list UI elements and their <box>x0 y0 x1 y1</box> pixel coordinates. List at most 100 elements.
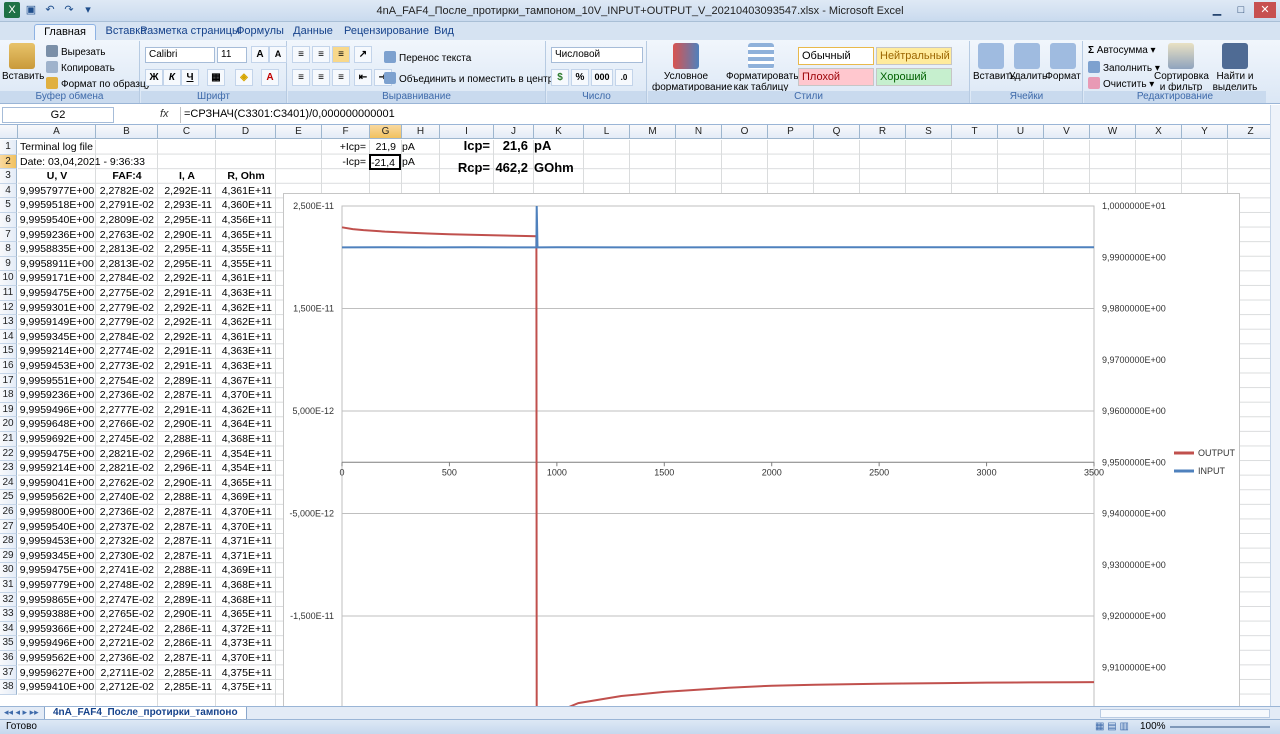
tab-page-layout[interactable]: Разметка страницы <box>140 24 240 40</box>
find-select-button[interactable]: Найти и выделить <box>1208 43 1262 93</box>
table-cell[interactable]: 2,2762E-02 <box>96 476 158 491</box>
table-cell[interactable]: 4,361E+11 <box>216 271 276 286</box>
formula-input[interactable]: =СРЗНАЧ(C3301:C3401)/0,000000000001 <box>180 107 1270 123</box>
table-cell[interactable]: 9,9959149E+00 <box>18 315 96 330</box>
table-cell[interactable]: 2,286E-11 <box>158 622 216 637</box>
table-cell[interactable]: 4,364E+11 <box>216 417 276 432</box>
table-cell[interactable]: 2,289E-11 <box>158 374 216 389</box>
row-header[interactable]: 18 <box>0 388 17 403</box>
row-header[interactable]: 14 <box>0 329 17 345</box>
row-header[interactable]: 27 <box>0 519 17 535</box>
zoom-level[interactable]: 100% <box>1140 720 1166 734</box>
align-bottom-icon[interactable]: ≡ <box>332 46 350 63</box>
table-cell[interactable]: 9,9959540E+00 <box>18 213 96 228</box>
format-cells-button[interactable]: Формат <box>1045 43 1081 82</box>
column-header-w[interactable]: W <box>1090 125 1136 139</box>
column-header-d[interactable]: D <box>216 125 276 139</box>
table-cell[interactable]: 9,9959496E+00 <box>18 403 96 418</box>
fill-color-icon[interactable]: ◈ <box>235 69 253 86</box>
table-cell[interactable]: 4,362E+11 <box>216 301 276 316</box>
table-cell[interactable]: 4,362E+11 <box>216 403 276 418</box>
table-cell[interactable]: 9,9959475E+00 <box>18 286 96 301</box>
cell-g1[interactable]: 21,9 <box>370 140 400 155</box>
table-cell[interactable]: 2,288E-11 <box>158 490 216 505</box>
horizontal-scrollbar[interactable] <box>1100 709 1270 718</box>
column-header-u[interactable]: U <box>998 125 1044 139</box>
table-cell[interactable]: 2,2732E-02 <box>96 534 158 549</box>
cut-button[interactable]: Вырезать <box>46 45 105 59</box>
table-cell[interactable]: 9,9959388E+00 <box>18 607 96 622</box>
table-cell[interactable]: 2,290E-11 <box>158 607 216 622</box>
table-cell[interactable]: 9,9959475E+00 <box>18 447 96 462</box>
table-cell[interactable]: 4,365E+11 <box>216 228 276 243</box>
table-cell[interactable]: 9,9959562E+00 <box>18 490 96 505</box>
thousands-button[interactable]: 000 <box>591 69 613 86</box>
cell-f1[interactable]: +Icp= <box>322 140 370 155</box>
table-cell[interactable]: 9,9959366E+00 <box>18 622 96 637</box>
table-cell[interactable]: 2,2774E-02 <box>96 344 158 359</box>
table-cell[interactable]: 2,2775E-02 <box>96 286 158 301</box>
table-cell[interactable]: 9,9959518E+00 <box>18 198 96 213</box>
row-header[interactable]: 19 <box>0 402 17 418</box>
table-cell[interactable]: 2,2784E-02 <box>96 330 158 345</box>
row-header[interactable]: 25 <box>0 490 17 505</box>
increase-decimal-icon[interactable]: .0 <box>615 69 633 86</box>
chart[interactable]: 2,500E-11 1,500E-11 5,000E-12 -5,000E-12 -1,… <box>283 193 1240 717</box>
row-header[interactable]: 36 <box>0 651 17 666</box>
format-painter-button[interactable]: Формат по образцу <box>46 77 151 91</box>
wrap-text-button[interactable]: Перенос текста <box>384 51 471 65</box>
vertical-scrollbar[interactable] <box>1270 105 1280 706</box>
table-cell[interactable]: 2,291E-11 <box>158 286 216 301</box>
row-header[interactable]: 37 <box>0 665 17 681</box>
cell-k2[interactable]: GOhm <box>534 161 584 176</box>
align-right-icon[interactable]: ≡ <box>332 69 350 86</box>
table-cell[interactable]: 2,2821E-02 <box>96 461 158 476</box>
column-header-v[interactable]: V <box>1044 125 1090 139</box>
row-header[interactable]: 15 <box>0 344 17 359</box>
table-cell[interactable]: 2,2712E-02 <box>96 680 158 695</box>
table-cell[interactable]: 2,295E-11 <box>158 257 216 272</box>
table-cell[interactable]: 2,2736E-02 <box>96 388 158 403</box>
sheet-nav-icon[interactable]: ◂◂ ◂ ▸ ▸▸ <box>4 707 39 718</box>
table-cell[interactable]: 2,295E-11 <box>158 242 216 257</box>
copy-button[interactable]: Копировать <box>46 61 115 75</box>
row-header[interactable]: 31 <box>0 578 17 593</box>
table-cell[interactable]: 2,2813E-02 <box>96 242 158 257</box>
table-cell[interactable]: 9,9959410E+00 <box>18 680 96 695</box>
font-size-select[interactable]: 11 <box>217 47 247 63</box>
table-cell[interactable]: 2,295E-11 <box>158 213 216 228</box>
table-cell[interactable]: 2,2779E-02 <box>96 315 158 330</box>
table-cell[interactable]: 2,2748E-02 <box>96 578 158 593</box>
zoom-slider[interactable] <box>1170 726 1270 728</box>
borders-icon[interactable]: ▦ <box>207 69 225 86</box>
table-cell[interactable]: 2,287E-11 <box>158 388 216 403</box>
cell-g2-selected[interactable]: -21,4 <box>369 154 401 170</box>
table-cell[interactable]: 9,9959214E+00 <box>18 461 96 476</box>
row-header[interactable]: 30 <box>0 563 17 578</box>
fill-button[interactable]: Заполнить ▾ <box>1088 61 1160 75</box>
table-cell[interactable]: 2,2813E-02 <box>96 257 158 272</box>
table-cell[interactable]: 9,9959301E+00 <box>18 301 96 316</box>
table-cell[interactable]: 2,2784E-02 <box>96 271 158 286</box>
table-cell[interactable]: 9,9959540E+00 <box>18 520 96 535</box>
format-as-table-button[interactable]: Форматировать как таблицу <box>726 43 799 93</box>
table-cell[interactable]: 2,287E-11 <box>158 534 216 549</box>
table-cell[interactable]: 9,9959345E+00 <box>18 549 96 564</box>
table-cell[interactable]: 4,375E+11 <box>216 666 276 681</box>
table-cell[interactable]: 4,368E+11 <box>216 593 276 608</box>
column-header-j[interactable]: J <box>494 125 534 139</box>
table-cell[interactable]: 4,363E+11 <box>216 344 276 359</box>
cell-i2[interactable]: Rcp= <box>440 161 494 176</box>
table-cell[interactable]: 2,2737E-02 <box>96 520 158 535</box>
cell-f2[interactable]: -Icp= <box>322 155 370 170</box>
row-header[interactable]: 11 <box>0 286 17 301</box>
table-cell[interactable]: 9,9959692E+00 <box>18 432 96 447</box>
conditional-formatting-button[interactable]: Условное форматирование <box>652 43 732 93</box>
table-cell[interactable]: 2,2773E-02 <box>96 359 158 374</box>
align-middle-icon[interactable]: ≡ <box>312 46 330 63</box>
table-cell[interactable]: 4,368E+11 <box>216 578 276 593</box>
table-cell[interactable]: 4,369E+11 <box>216 563 276 578</box>
table-cell[interactable]: 4,360E+11 <box>216 198 276 213</box>
table-cell[interactable]: 2,288E-11 <box>158 563 216 578</box>
italic-button[interactable]: К <box>163 69 181 86</box>
